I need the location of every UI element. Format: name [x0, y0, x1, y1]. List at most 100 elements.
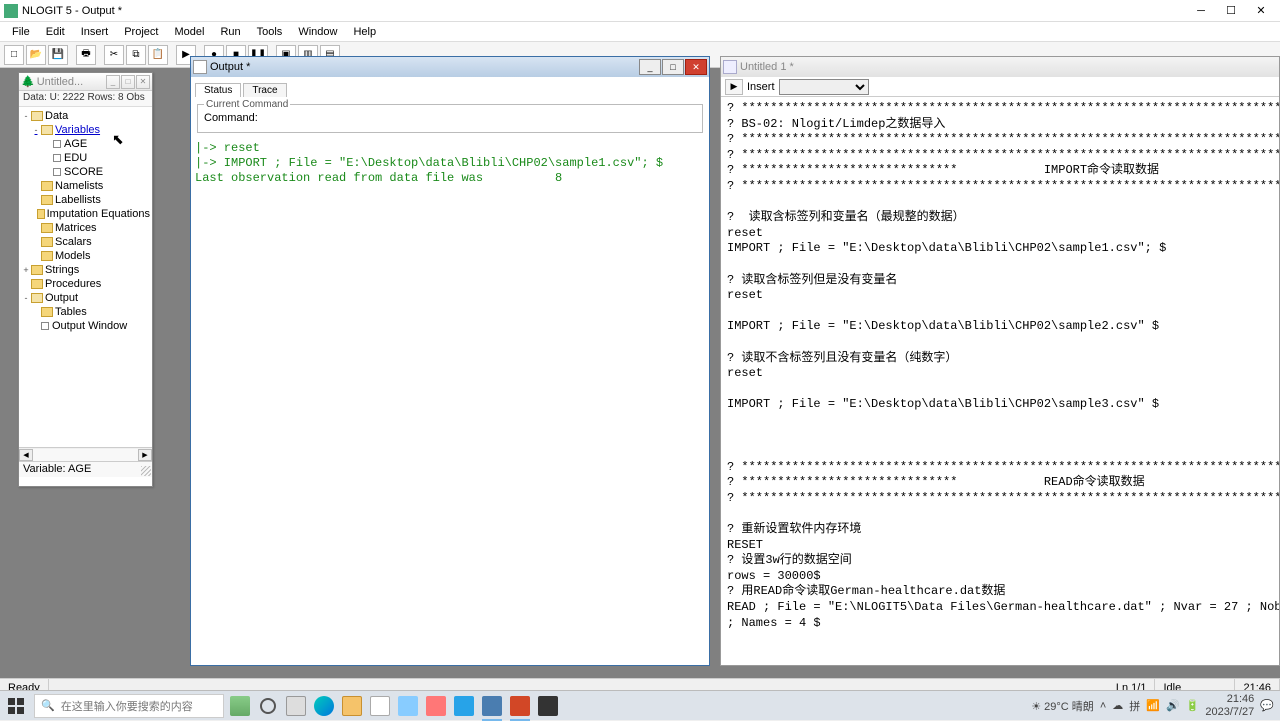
scroll-left-button[interactable]: ◀ — [19, 449, 33, 461]
script-run-button[interactable]: ▶ — [725, 79, 743, 95]
project-status-text: Variable: AGE — [23, 463, 91, 475]
app4-icon[interactable] — [534, 691, 562, 721]
open-button[interactable]: 📂 — [26, 45, 46, 65]
script-titlebar[interactable]: Untitled 1 * — [721, 57, 1279, 77]
menu-insert[interactable]: Insert — [73, 24, 117, 40]
tree-item-namelists[interactable]: Namelists — [19, 179, 152, 193]
resize-grip[interactable] — [141, 466, 151, 476]
output-body[interactable]: |-> reset |-> IMPORT ; File = "E:\Deskto… — [191, 135, 709, 192]
expand-toggle[interactable]: - — [21, 111, 31, 121]
tree-item-tables[interactable]: Tables — [19, 305, 152, 319]
expand-toggle[interactable]: - — [21, 293, 31, 303]
clock[interactable]: 21:46 2023/7/27 — [1205, 693, 1254, 717]
script-title: Untitled 1 * — [740, 61, 1277, 73]
tab-trace[interactable]: Trace — [243, 83, 286, 97]
output-icon — [193, 60, 207, 74]
scroll-right-button[interactable]: ▶ — [138, 449, 152, 461]
project-tree[interactable]: ⬉ -Data-VariablesAGEEDUSCORENamelistsLab… — [19, 107, 152, 447]
print-button[interactable]: 🖶 — [76, 45, 96, 65]
wifi-icon[interactable]: 📶 — [1146, 699, 1160, 712]
input-icon[interactable]: 拼 — [1129, 698, 1140, 714]
tree-item-labellists[interactable]: Labellists — [19, 193, 152, 207]
tree-label: EDU — [64, 152, 87, 164]
tree-label: Labellists — [55, 194, 101, 206]
powerpoint-icon[interactable] — [506, 691, 534, 721]
output-max-button[interactable]: □ — [662, 59, 684, 75]
notifications-icon[interactable]: 💬 — [1260, 699, 1274, 712]
app1-icon[interactable] — [394, 691, 422, 721]
scroll-track[interactable] — [33, 449, 138, 461]
menu-window[interactable]: Window — [290, 24, 345, 40]
h-scrollbar[interactable]: ◀ ▶ — [19, 447, 152, 461]
cut-button[interactable]: ✂ — [104, 45, 124, 65]
task-view-icon[interactable] — [282, 691, 310, 721]
tree-label: Namelists — [55, 180, 103, 192]
tree-item-imputation-equations[interactable]: Imputation Equations — [19, 207, 152, 221]
maximize-button[interactable]: ☐ — [1216, 1, 1246, 21]
tree-item-procedures[interactable]: Procedures — [19, 277, 152, 291]
tree-item-age[interactable]: AGE — [19, 137, 152, 151]
search-placeholder: 在这里输入你要搜索的内容 — [61, 698, 193, 714]
insert-label: Insert — [747, 81, 775, 93]
onedrive-icon[interactable]: ☁ — [1112, 699, 1123, 712]
weather-widget[interactable]: ☀ 29°C 晴朗 — [1031, 698, 1094, 714]
output-close-button[interactable]: ✕ — [685, 59, 707, 75]
tab-status[interactable]: Status — [195, 83, 241, 97]
menu-model[interactable]: Model — [166, 24, 212, 40]
expand-toggle[interactable]: - — [31, 125, 41, 135]
new-button[interactable]: □ — [4, 45, 24, 65]
explorer-icon[interactable] — [338, 691, 366, 721]
app3-icon[interactable] — [450, 691, 478, 721]
menu-file[interactable]: File — [4, 24, 38, 40]
tree-item-edu[interactable]: EDU — [19, 151, 152, 165]
desktop-peek-icon[interactable] — [226, 691, 254, 721]
search-box[interactable]: 🔍 在这里输入你要搜索的内容 — [34, 694, 224, 718]
tree-item-output[interactable]: -Output — [19, 291, 152, 305]
tray-chevron-icon[interactable]: ˄ — [1100, 700, 1106, 712]
tree-item-variables[interactable]: -Variables — [19, 123, 152, 137]
battery-icon[interactable]: 🔋 — [1186, 699, 1200, 712]
output-window: Output * _ □ ✕ Status Trace Current Comm… — [190, 56, 710, 666]
app2-icon[interactable] — [422, 691, 450, 721]
close-button[interactable]: ✕ — [1246, 1, 1276, 21]
nlogit-taskbar-icon[interactable] — [478, 691, 506, 721]
cortana-icon[interactable] — [254, 691, 282, 721]
volume-icon[interactable]: 🔊 — [1166, 699, 1180, 712]
leaf-icon — [53, 168, 61, 176]
copy-button[interactable]: ⧉ — [126, 45, 146, 65]
panel-close-button[interactable]: ✕ — [136, 75, 150, 89]
expand-toggle[interactable]: + — [21, 265, 31, 275]
panel-max-button[interactable]: □ — [121, 75, 135, 89]
tree-item-scalars[interactable]: Scalars — [19, 235, 152, 249]
tree-item-models[interactable]: Models — [19, 249, 152, 263]
titlebar: NLOGIT 5 - Output * ─ ☐ ✕ — [0, 0, 1280, 22]
tree-item-matrices[interactable]: Matrices — [19, 221, 152, 235]
store-icon[interactable] — [366, 691, 394, 721]
start-button[interactable] — [0, 691, 32, 721]
project-titlebar[interactable]: 🌲 Untitled... _ □ ✕ — [19, 73, 152, 91]
app-icon — [4, 4, 18, 18]
menu-help[interactable]: Help — [345, 24, 384, 40]
tree-item-data[interactable]: -Data — [19, 109, 152, 123]
leaf-icon — [41, 322, 49, 330]
tree-label: Output Window — [52, 320, 127, 332]
menu-edit[interactable]: Edit — [38, 24, 73, 40]
tree-item-output-window[interactable]: Output Window — [19, 319, 152, 333]
tree-item-strings[interactable]: +Strings — [19, 263, 152, 277]
insert-select[interactable] — [779, 79, 869, 95]
menu-run[interactable]: Run — [212, 24, 248, 40]
system-tray[interactable]: ☀ 29°C 晴朗 ˄ ☁ 拼 📶 🔊 🔋 21:46 2023/7/27 💬 — [1025, 693, 1280, 717]
paste-button[interactable]: 📋 — [148, 45, 168, 65]
menu-project[interactable]: Project — [116, 24, 166, 40]
tree-label: Imputation Equations — [47, 208, 150, 220]
save-button[interactable]: 💾 — [48, 45, 68, 65]
menu-tools[interactable]: Tools — [249, 24, 291, 40]
output-min-button[interactable]: _ — [639, 59, 661, 75]
minimize-button[interactable]: ─ — [1186, 1, 1216, 21]
script-body[interactable]: ? **************************************… — [721, 97, 1279, 635]
tree-item-score[interactable]: SCORE — [19, 165, 152, 179]
edge-icon[interactable] — [310, 691, 338, 721]
output-titlebar[interactable]: Output * _ □ ✕ — [191, 57, 709, 77]
panel-min-button[interactable]: _ — [106, 75, 120, 89]
script-toolbar: ▶ Insert — [721, 77, 1279, 97]
